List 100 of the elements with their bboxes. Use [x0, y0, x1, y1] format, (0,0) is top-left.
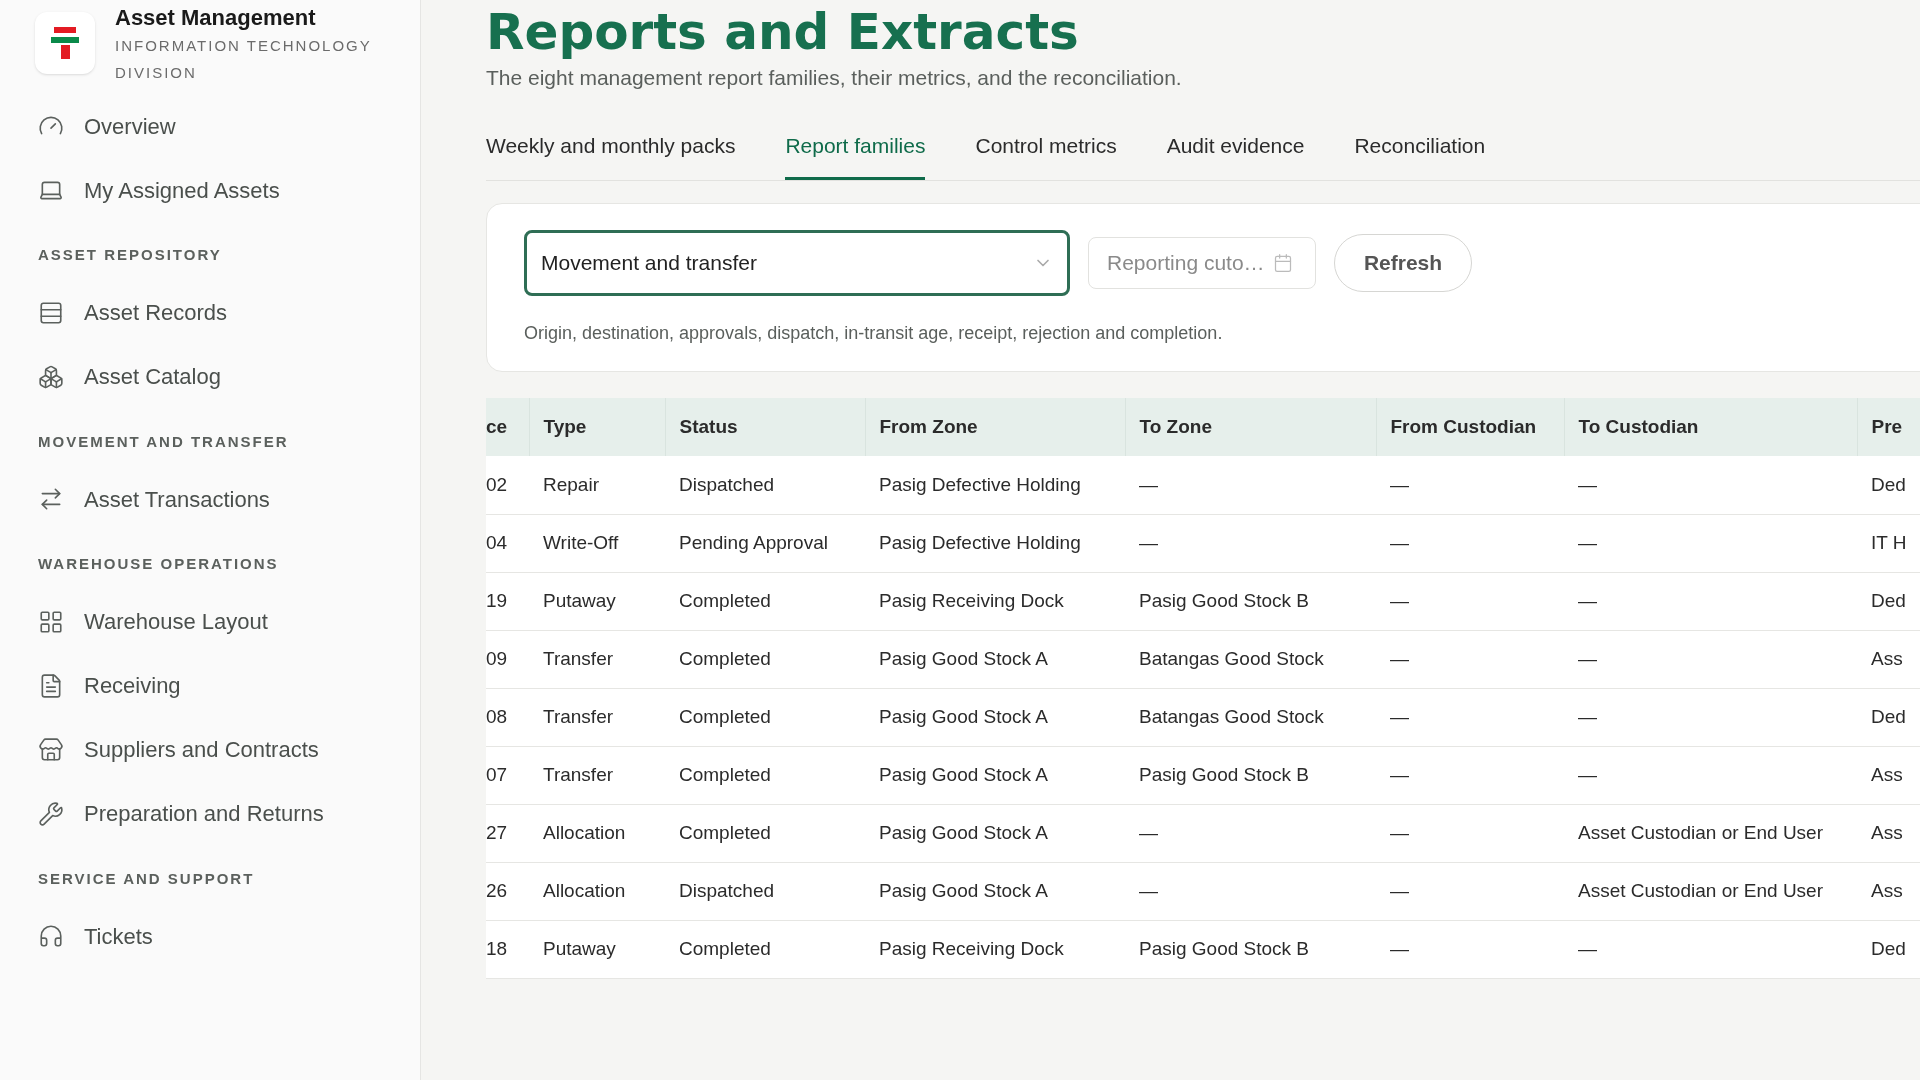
- table-cell: Ass: [1857, 862, 1920, 920]
- column-header: From Zone: [865, 398, 1125, 456]
- table-cell: —: [1564, 746, 1857, 804]
- table-cell: —: [1376, 746, 1564, 804]
- table-cell: Completed: [665, 630, 865, 688]
- org-name: INFORMATION TECHNOLOGY DIVISION: [115, 36, 373, 83]
- nav-item[interactable]: Suppliers and Contracts: [38, 717, 420, 782]
- table-cell: Write-Off: [529, 514, 665, 572]
- table-cell: —: [1376, 572, 1564, 630]
- nav-item[interactable]: Asset Transactions: [38, 467, 420, 531]
- headphones-icon: [38, 923, 64, 949]
- table-cell: Ded: [1857, 688, 1920, 746]
- nav-item[interactable]: Overview: [38, 94, 420, 158]
- app-title: Asset Management: [115, 4, 317, 32]
- nav-item[interactable]: Asset Catalog: [38, 344, 420, 409]
- table-cell: Dispatched: [665, 456, 865, 514]
- table-cell: Putaway: [529, 572, 665, 630]
- table-cell: —: [1125, 456, 1376, 514]
- table-cell: Batangas Good Stock: [1125, 688, 1376, 746]
- boxes-icon: [38, 363, 64, 390]
- calendar-icon: [1272, 253, 1293, 273]
- section-heading: WAREHOUSE OPERATIONS: [38, 554, 280, 574]
- table-cell: Pasig Good Stock B: [1125, 746, 1376, 804]
- column-header: To Zone: [1125, 398, 1376, 456]
- table-cell: —: [1125, 862, 1376, 920]
- table-cell: 26: [486, 862, 529, 920]
- table-cell: —: [1376, 456, 1564, 514]
- table-cell: Batangas Good Stock: [1125, 630, 1376, 688]
- family-select[interactable]: Movement and transfer: [524, 230, 1070, 296]
- tab[interactable]: Control metrics: [975, 129, 1117, 180]
- table-cell: Transfer: [529, 630, 665, 688]
- tab[interactable]: Audit evidence: [1166, 129, 1305, 180]
- table-cell: —: [1376, 630, 1564, 688]
- table-cell: Pasig Good Stock A: [865, 746, 1125, 804]
- nav-item[interactable]: Asset Records: [38, 280, 420, 345]
- table-cell: —: [1376, 514, 1564, 572]
- table-cell: Completed: [665, 572, 865, 630]
- table-cell: —: [1376, 804, 1564, 862]
- table-cell: Transfer: [529, 688, 665, 746]
- column-header: To Custodian: [1564, 398, 1857, 456]
- tab[interactable]: Report families: [785, 129, 926, 180]
- table-cell: 18: [486, 920, 529, 978]
- table-cell: Ded: [1857, 920, 1920, 978]
- table-cell: IT H: [1857, 514, 1920, 572]
- nav-item[interactable]: Warehouse Layout: [38, 589, 420, 654]
- table-cell: Ded: [1857, 456, 1920, 514]
- table-cell: Allocation: [529, 804, 665, 862]
- table-cell: Pasig Defective Holding: [865, 456, 1125, 514]
- table-cell: Pasig Defective Holding: [865, 514, 1125, 572]
- table-cell: Completed: [665, 688, 865, 746]
- table-cell: —: [1564, 920, 1857, 978]
- column-header: From Custodian: [1376, 398, 1564, 456]
- page-title: Reports and Extracts: [486, 4, 1080, 60]
- table-cell: —: [1564, 514, 1857, 572]
- column-header: Type: [529, 398, 665, 456]
- table-cell: 08: [486, 688, 529, 746]
- logo-icon: [35, 12, 95, 74]
- nav-item[interactable]: My Assigned Assets: [38, 158, 420, 222]
- table-cell: Pasig Good Stock A: [865, 862, 1125, 920]
- table-cell: 19: [486, 572, 529, 630]
- table-cell: —: [1564, 688, 1857, 746]
- table-cell: —: [1125, 804, 1376, 862]
- table-cell: Ass: [1857, 804, 1920, 862]
- table-cell: Pasig Good Stock A: [865, 630, 1125, 688]
- table-cell: 02: [486, 456, 529, 514]
- table-cell: Completed: [665, 920, 865, 978]
- table-cell: —: [1376, 688, 1564, 746]
- grid-icon: [38, 608, 64, 635]
- table-cell: Completed: [665, 804, 865, 862]
- table-cell: Dispatched: [665, 862, 865, 920]
- table-cell: Asset Custodian or End User: [1564, 804, 1857, 862]
- list-icon: [38, 299, 64, 326]
- table-cell: 27: [486, 804, 529, 862]
- table-cell: —: [1564, 630, 1857, 688]
- table-cell: Ass: [1857, 746, 1920, 804]
- table-cell: Transfer: [529, 746, 665, 804]
- table-cell: Ded: [1857, 572, 1920, 630]
- tab[interactable]: Reconciliation: [1354, 129, 1486, 180]
- page-subtitle: The eight management report families, their metrics, and the reconciliation.: [486, 65, 1183, 91]
- table-cell: Asset Custodian or End User: [1564, 862, 1857, 920]
- table-cell: Pasig Good Stock A: [865, 688, 1125, 746]
- store-icon: [38, 736, 64, 763]
- table-cell: Pending Approval: [665, 514, 865, 572]
- nav-item[interactable]: Tickets: [38, 904, 420, 968]
- table-cell: Completed: [665, 746, 865, 804]
- table-cell: Pasig Good Stock A: [865, 804, 1125, 862]
- section-heading: MOVEMENT AND TRANSFER: [38, 431, 290, 452]
- column-header: Status: [665, 398, 865, 456]
- table-cell: —: [1125, 514, 1376, 572]
- table-cell: —: [1376, 862, 1564, 920]
- table-cell: —: [1376, 920, 1564, 978]
- section-heading: SERVICE AND SUPPORT: [38, 868, 256, 889]
- tab[interactable]: Weekly and monthly packs: [486, 129, 736, 180]
- table-cell: Pasig Good Stock B: [1125, 572, 1376, 630]
- nav-item[interactable]: Preparation and Returns: [38, 781, 420, 846]
- family-description: Origin, destination, approvals, dispatch, in-transit age, receipt, rejection and completion.: [524, 322, 1224, 345]
- nav-item[interactable]: Receiving: [38, 653, 420, 718]
- table-cell: —: [1564, 572, 1857, 630]
- table-cell: Pasig Receiving Dock: [865, 572, 1125, 630]
- column-header: Pre: [1857, 398, 1920, 456]
